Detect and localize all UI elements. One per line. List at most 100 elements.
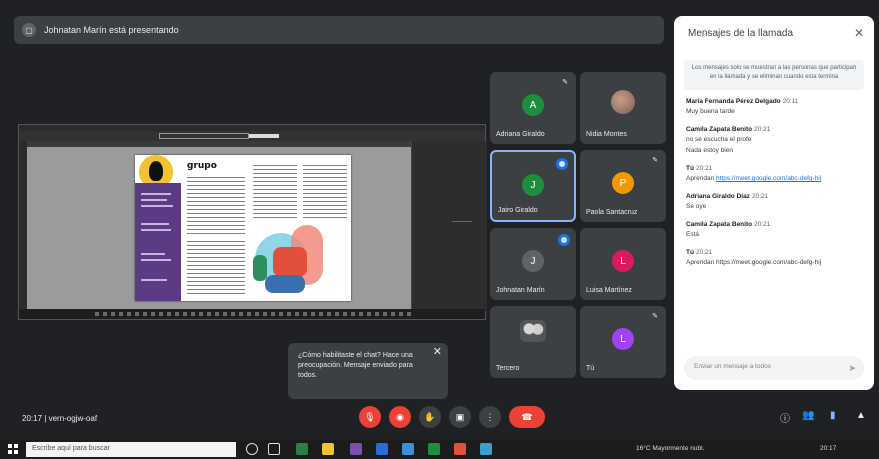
participant-name: Adriana Giraldo: [496, 131, 545, 138]
os-taskbar: Escribe aquí para buscar 16°C Mayormente…: [0, 440, 879, 459]
cortana-icon[interactable]: [246, 443, 258, 455]
text-line: [141, 199, 167, 201]
editor-panel: [411, 141, 487, 311]
meeting-time: 20:17: [22, 414, 43, 423]
participant-tile[interactable]: Nidia Montes: [580, 72, 666, 144]
message-sender: Tú 20:21: [686, 249, 713, 256]
sidebar-column: [135, 183, 181, 301]
text-line: [141, 279, 167, 281]
participant-name: Luisa Martínez: [586, 287, 632, 294]
taskbar-clock[interactable]: 20:17: [820, 445, 836, 452]
chat-message: Tú 20:21 Aprendan https://meet.google.com…: [686, 165, 866, 183]
text-line: [141, 229, 171, 231]
participant-name: Paola Santacruz: [586, 209, 638, 216]
avatar: [611, 90, 635, 114]
avatar: J: [522, 250, 544, 272]
shared-screen: grupo: [18, 124, 487, 320]
chat-icon[interactable]: ▮: [830, 410, 836, 421]
message-text: Muy buena tarde: [686, 108, 735, 115]
info-icon[interactable]: ⓘ: [780, 410, 790, 425]
message-sender: Tú 20:21: [686, 165, 713, 172]
app-icon[interactable]: [296, 443, 308, 455]
editor-toolbar: [19, 141, 27, 311]
illustration: [273, 247, 307, 277]
app-icon[interactable]: [350, 443, 362, 455]
app-icon[interactable]: [480, 443, 492, 455]
text-line: [141, 223, 169, 225]
text-line: [141, 193, 171, 195]
meeting-info: 20:17 | vern-ogjw-oaf: [22, 414, 98, 423]
taskbar-search[interactable]: Escribe aquí para buscar: [26, 442, 236, 457]
participant-name: Nidia Montes: [586, 131, 627, 138]
people-icon[interactable]: 👥: [802, 410, 814, 421]
chat-input[interactable]: Enviar un mensaje a todos: [684, 356, 864, 380]
chat-message: Camila Zapata Benito 20:21 no se escucha …: [686, 126, 866, 155]
illustration: [265, 275, 305, 293]
mic-off-icon: ✎: [562, 79, 568, 86]
participant-name: Jairo Giraldo: [498, 207, 538, 214]
meeting-code: vern-ogjw-oaf: [48, 414, 98, 423]
options-field: [249, 134, 279, 138]
chat-message: María Fernanda Pérez Delgado 20:11 Muy bu…: [686, 98, 866, 116]
more-options-button[interactable]: ⋮: [479, 406, 501, 428]
text-column: [253, 165, 297, 219]
chat-notice: Los mensajes solo se muestran a las pers…: [684, 60, 864, 90]
raise-hand-button[interactable]: ✋: [419, 406, 441, 428]
chat-messages: María Fernanda Pérez Delgado 20:11 Muy bu…: [686, 98, 866, 277]
send-icon[interactable]: ➤: [848, 363, 856, 374]
task-view-icon[interactable]: [268, 443, 280, 455]
avatar: A: [522, 94, 544, 116]
activities-icon[interactable]: ▲: [856, 410, 866, 421]
editor-canvas: grupo: [27, 147, 411, 311]
close-icon[interactable]: ✕: [854, 26, 864, 40]
participant-tile[interactable]: P ✎ Paola Santacruz: [580, 150, 666, 222]
text-column: [187, 241, 245, 297]
avatar: L: [612, 328, 634, 350]
participant-tile[interactable]: J Jairo Giraldo: [490, 150, 576, 222]
participant-tile[interactable]: L Luisa Martínez: [580, 228, 666, 300]
camera-off-button[interactable]: ◉: [389, 406, 411, 428]
shared-taskbar: [19, 309, 485, 319]
message-text: Aprendan https://meet.google.com/abc-def…: [686, 175, 822, 182]
chat-notification[interactable]: ¿Cómo habilitaste el chat? Hace una preo…: [288, 343, 448, 399]
participant-name: Johnatan Marín: [496, 287, 545, 294]
app-icon[interactable]: [402, 443, 414, 455]
app-icon[interactable]: [376, 443, 388, 455]
message-text: Se oye: [686, 203, 707, 210]
text-column: [303, 165, 347, 219]
notification-text: ¿Cómo habilitaste el chat? Hace una preo…: [298, 352, 413, 379]
folder-icon[interactable]: [322, 443, 334, 455]
editor-options-bar: [19, 131, 485, 141]
text-column: [187, 177, 245, 237]
close-icon[interactable]: ✕: [433, 347, 442, 358]
app-icon[interactable]: [428, 443, 440, 455]
participant-tile[interactable]: A ✎ Adriana Giraldo: [490, 72, 576, 144]
text-line: [141, 253, 165, 255]
document-page: grupo: [135, 155, 351, 301]
speaking-icon: [556, 158, 568, 170]
present-button[interactable]: ▣: [449, 406, 471, 428]
windows-start-icon[interactable]: [8, 444, 18, 454]
text-line: [141, 205, 173, 207]
options-field: [159, 133, 249, 139]
document-title: grupo: [187, 161, 217, 171]
message-link[interactable]: https://meet.google.com/abc-defg-hij: [716, 175, 821, 182]
weather-widget[interactable]: 16°C Mayormente nubl.: [636, 445, 704, 452]
mic-off-button[interactable]: 🎙: [359, 406, 381, 428]
message-sender: María Fernanda Pérez Delgado 20:11: [686, 98, 799, 105]
participant-tile[interactable]: J Johnatan Marín: [490, 228, 576, 300]
panel-divider: [452, 221, 472, 222]
avatar: L: [612, 250, 634, 272]
app-icon[interactable]: [454, 443, 466, 455]
meet-window: ▢ Johnatan Marín está presentando grupo …: [0, 0, 879, 459]
illustration: [253, 255, 267, 281]
hang-up-button[interactable]: ☎: [509, 406, 545, 428]
participant-tile[interactable]: Tercero: [490, 306, 576, 378]
message-sender: Camila Zapata Benito 20:21: [686, 221, 771, 228]
chat-panel: Mensajes de la llamada ✕ Los mensajes so…: [674, 16, 874, 390]
shared-taskbar-icons: [95, 312, 415, 316]
message-sender: Adriana Giraldo Díaz 20:21: [686, 193, 769, 200]
participant-tile[interactable]: L ✎ Tú: [580, 306, 666, 378]
message-text: no se escucha el profe: [686, 136, 752, 143]
chat-message: Camila Zapata Benito 20:21 Está: [686, 221, 866, 239]
